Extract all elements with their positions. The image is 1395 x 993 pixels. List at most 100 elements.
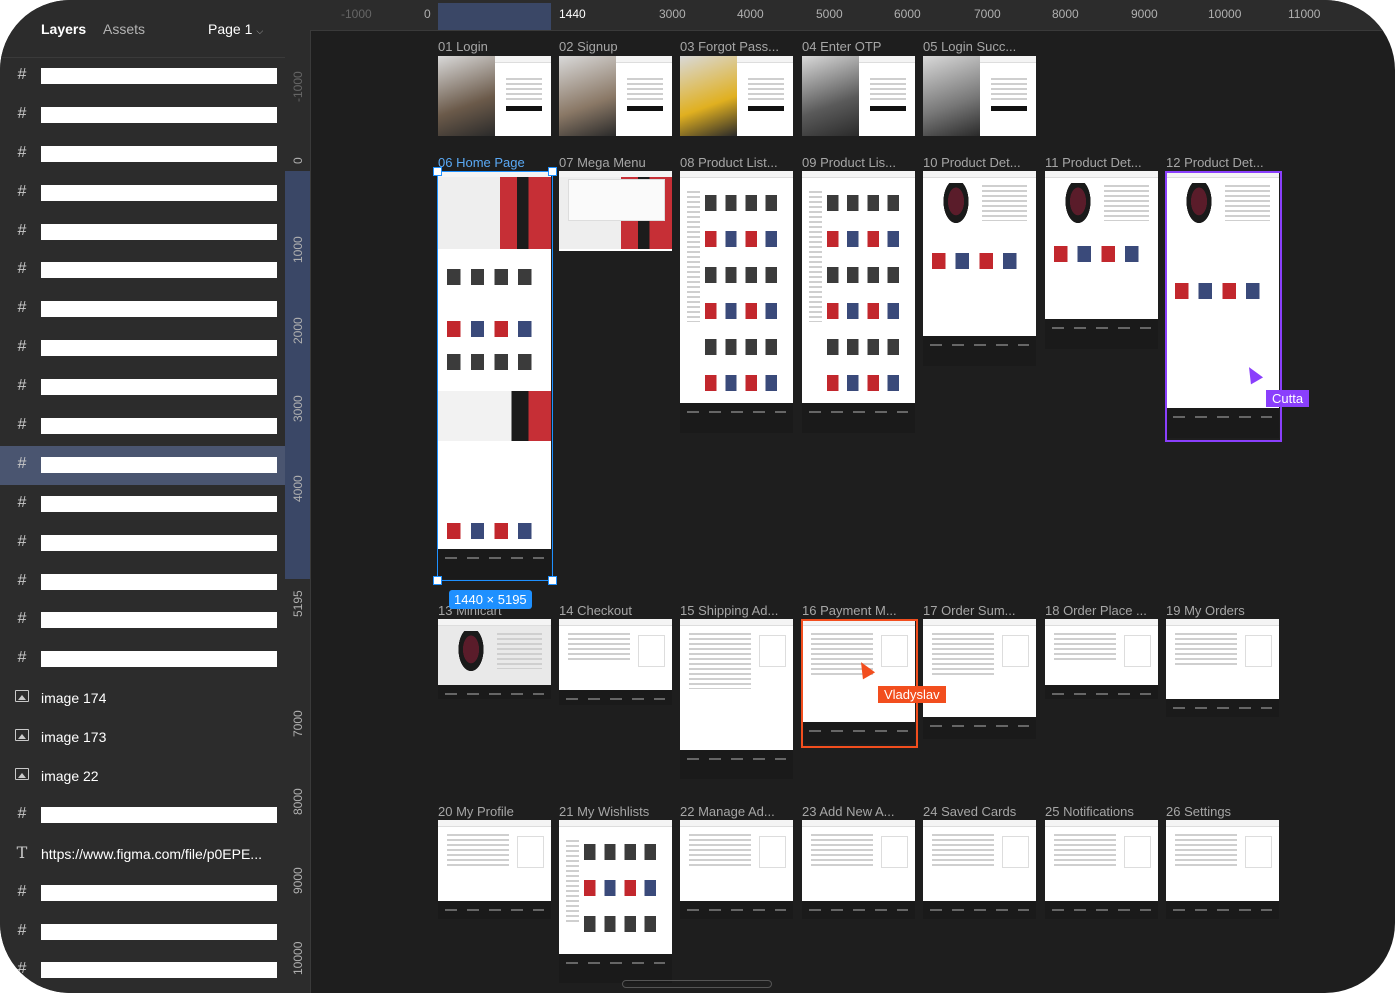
artboard-frame[interactable] bbox=[559, 56, 672, 136]
horizontal-scrollbar[interactable] bbox=[622, 980, 772, 988]
artboard-frame[interactable] bbox=[923, 619, 1036, 739]
frame-label[interactable]: 24 Saved Cards bbox=[923, 804, 1039, 819]
frame-label[interactable]: 05 Login Succ... bbox=[923, 39, 1039, 54]
ruler-tick-label: 10000 bbox=[291, 941, 305, 975]
artboard-frame[interactable] bbox=[559, 171, 672, 251]
layer-item[interactable]: #08 Product Listing bbox=[0, 290, 285, 329]
frame-label[interactable]: 15 Shipping Ad... bbox=[680, 603, 796, 618]
frame-navbar bbox=[438, 820, 551, 827]
tab-assets[interactable]: Assets bbox=[103, 21, 145, 37]
resize-handle-bottom-right[interactable] bbox=[548, 576, 557, 585]
collaborator-tag-vladyslav: Vladyslav bbox=[878, 686, 946, 703]
frame-label[interactable]: 23 Add New A... bbox=[802, 804, 918, 819]
frame-navbar bbox=[559, 820, 672, 827]
frame-footer bbox=[559, 953, 672, 983]
summary-card bbox=[1002, 635, 1029, 667]
layer-item[interactable]: #05 Login Successfull bbox=[0, 485, 285, 524]
frame-label[interactable]: 10 Product Det... bbox=[923, 155, 1039, 170]
frame-label[interactable]: 09 Product Lis... bbox=[802, 155, 918, 170]
layer-item[interactable]: image 174 bbox=[0, 679, 285, 718]
layer-item[interactable]: #04 Enter OTP bbox=[0, 524, 285, 563]
layer-item[interactable]: #14 Checkout bbox=[0, 57, 285, 96]
frame-label[interactable]: 01 Login bbox=[438, 39, 554, 54]
frame-label[interactable]: 11 Product Det... bbox=[1045, 155, 1161, 170]
artboard-frame[interactable] bbox=[680, 56, 793, 136]
artboard-frame[interactable] bbox=[438, 619, 551, 699]
frame-label[interactable]: 19 My Orders bbox=[1166, 603, 1282, 618]
layer-name: 08 Product Listing bbox=[41, 301, 277, 318]
hero-photo bbox=[559, 56, 616, 136]
frame-label[interactable]: 08 Product List... bbox=[680, 155, 796, 170]
artboard-frame[interactable] bbox=[923, 56, 1036, 136]
layer-item[interactable]: #09 Product Listing Filter Collaps bbox=[0, 251, 285, 290]
layer-name: image 22 bbox=[41, 768, 99, 785]
content-block bbox=[1175, 633, 1238, 668]
artboard-frame[interactable] bbox=[802, 820, 915, 919]
artboard-frame[interactable] bbox=[1166, 820, 1279, 919]
selection-box[interactable] bbox=[433, 167, 557, 585]
frame-label[interactable]: 04 Enter OTP bbox=[802, 39, 918, 54]
frame-label[interactable]: 21 My Wishlists bbox=[559, 804, 675, 819]
frame-icon: # bbox=[17, 66, 27, 83]
layer-item[interactable]: # Shopping App bbox=[0, 951, 285, 990]
page-selector[interactable]: Page 1 ⌵ bbox=[208, 21, 263, 37]
artboard-frame[interactable] bbox=[802, 56, 915, 136]
frame-label[interactable]: 03 Forgot Pass... bbox=[680, 39, 796, 54]
artboard-frame[interactable] bbox=[680, 820, 793, 919]
layer-item[interactable]: # Shopping App bbox=[0, 913, 285, 952]
artboard-frame[interactable] bbox=[923, 171, 1036, 366]
form-fields bbox=[626, 78, 663, 101]
frame-label[interactable]: 20 My Profile bbox=[438, 804, 554, 819]
artboard-frame[interactable] bbox=[559, 619, 672, 705]
artboard-frame[interactable] bbox=[438, 820, 551, 919]
tab-layers[interactable]: Layers bbox=[41, 21, 86, 37]
layer-item[interactable]: #06 Home Page bbox=[0, 407, 285, 446]
frame-icon: # bbox=[17, 416, 27, 434]
frame-label[interactable]: 02 Signup bbox=[559, 39, 675, 54]
frame-label[interactable]: 17 Order Sum... bbox=[923, 603, 1039, 618]
ruler-tick-label: 3000 bbox=[659, 7, 686, 21]
layer-item[interactable]: #07 Mega Menu bbox=[0, 329, 285, 368]
frame-icon: # bbox=[17, 493, 27, 511]
frame-label[interactable]: 18 Order Place ... bbox=[1045, 603, 1161, 618]
layer-item[interactable]: #06 Home Page bbox=[0, 368, 285, 407]
frame-label[interactable]: 26 Settings bbox=[1166, 804, 1282, 819]
summary-card bbox=[1002, 836, 1029, 868]
artboard-frame[interactable] bbox=[1045, 619, 1158, 699]
artboard-frame[interactable] bbox=[1045, 171, 1158, 349]
layer-item[interactable]: # Glowing Pet By Rahadiansyah bbox=[0, 796, 285, 835]
layer-name: 13 Minicart bbox=[41, 106, 277, 123]
artboard-frame[interactable] bbox=[680, 619, 793, 779]
layer-item[interactable]: #03 Forgot Password bbox=[0, 563, 285, 602]
layer-item[interactable]: #11 Product Detail - Additional Info... bbox=[0, 174, 285, 213]
layer-item[interactable]: #02 Signup bbox=[0, 601, 285, 640]
frame-label[interactable]: 14 Checkout bbox=[559, 603, 675, 618]
layer-item[interactable]: #12 Product Detail - Reviews bbox=[0, 135, 285, 174]
artboard-frame[interactable] bbox=[802, 171, 915, 433]
frame-label[interactable]: 25 Notifications bbox=[1045, 804, 1161, 819]
resize-handle-top-left[interactable] bbox=[433, 167, 442, 176]
layer-item[interactable]: image 22 bbox=[0, 757, 285, 796]
frame-label[interactable]: 07 Mega Menu bbox=[559, 155, 675, 170]
image-icon bbox=[14, 689, 30, 705]
artboard-frame[interactable] bbox=[923, 820, 1036, 919]
layer-name: Shopping App bbox=[41, 884, 277, 901]
layer-item[interactable]: #06 Home Page bbox=[0, 445, 285, 485]
artboard-frame[interactable] bbox=[438, 56, 551, 136]
layer-item[interactable]: Thttps://www.figma.com/file/p0EPE... bbox=[0, 835, 285, 874]
resize-handle-top-right[interactable] bbox=[548, 167, 557, 176]
artboard-frame[interactable] bbox=[680, 171, 793, 433]
layer-item[interactable]: # Shopping App bbox=[0, 874, 285, 913]
artboard-frame[interactable] bbox=[559, 820, 672, 983]
frame-label[interactable]: 22 Manage Ad... bbox=[680, 804, 796, 819]
layer-item[interactable]: #10 Product Detail - Descriptions bbox=[0, 213, 285, 252]
frame-label[interactable]: 06 Home Page bbox=[438, 155, 554, 170]
layer-item[interactable]: #01 Login bbox=[0, 640, 285, 679]
frame-label[interactable]: 16 Payment M... bbox=[802, 603, 918, 618]
artboard-frame[interactable] bbox=[1045, 820, 1158, 919]
resize-handle-bottom-left[interactable] bbox=[433, 576, 442, 585]
layer-item[interactable]: image 173 bbox=[0, 718, 285, 757]
layer-item[interactable]: #13 Minicart bbox=[0, 96, 285, 135]
frame-label[interactable]: 12 Product Det... bbox=[1166, 155, 1282, 170]
artboard-frame[interactable] bbox=[1166, 619, 1279, 717]
